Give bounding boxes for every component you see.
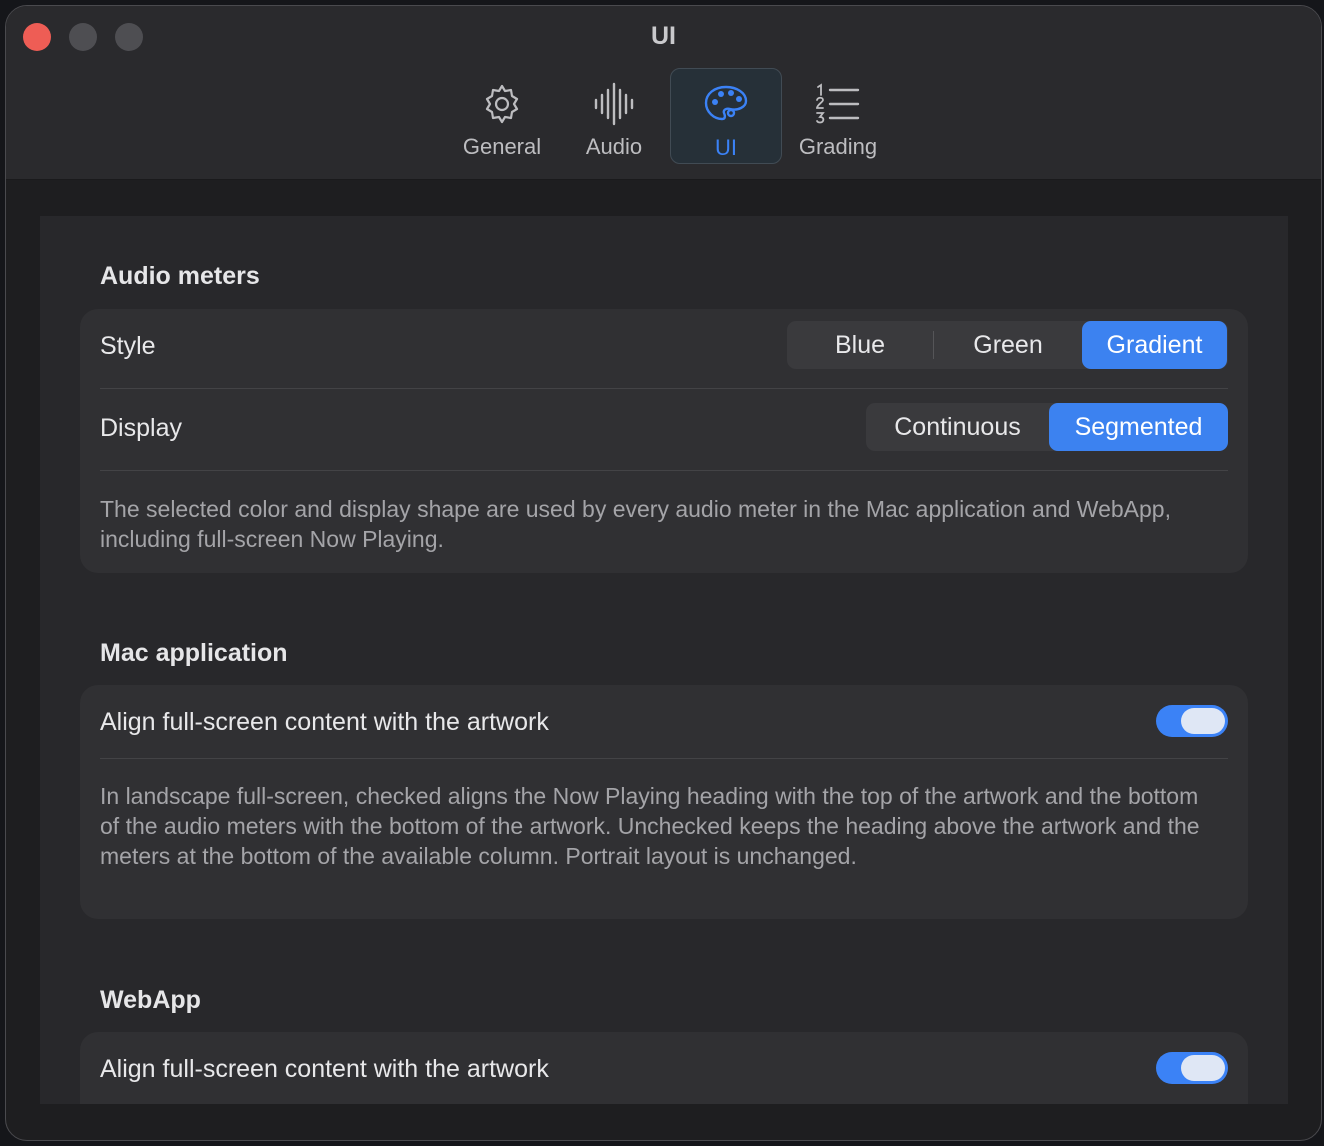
style-option-gradient[interactable]: Gradient xyxy=(1082,321,1227,369)
mac-align-help-text: In landscape full-screen, checked aligns… xyxy=(100,783,1200,869)
tab-grading[interactable]: Grading xyxy=(782,68,894,164)
webapp-card: Align full-screen content with the artwo… xyxy=(80,1032,1248,1104)
display-segmented-control: Continuous Segmented xyxy=(866,403,1228,451)
audio-meters-heading: Audio meters xyxy=(100,262,260,290)
tab-ui-label: UI xyxy=(715,135,737,160)
style-option-green[interactable]: Green xyxy=(934,321,1082,369)
mac-application-heading: Mac application xyxy=(100,639,288,667)
webapp-align-label: Align full-screen content with the artwo… xyxy=(100,1055,549,1083)
style-segmented-control: Blue Green Gradient xyxy=(787,321,1228,369)
palette-icon xyxy=(704,85,748,121)
webapp-align-toggle[interactable] xyxy=(1156,1052,1228,1084)
style-label: Style xyxy=(100,332,156,360)
tab-general-label: General xyxy=(462,134,542,159)
mac-application-card: Align full-screen content with the artwo… xyxy=(80,685,1248,919)
tab-audio-label: Audio xyxy=(585,134,643,159)
toggle-knob xyxy=(1181,1055,1225,1081)
window-title: UI xyxy=(651,22,676,50)
numbered-list-icon xyxy=(816,83,860,124)
tab-general[interactable]: General xyxy=(446,68,558,164)
audio-meters-card: Style Blue Green Gradient Display Contin… xyxy=(80,309,1248,573)
tab-ui[interactable]: UI xyxy=(670,68,782,164)
display-label: Display xyxy=(100,414,182,442)
waveform-icon xyxy=(594,82,634,126)
row-divider xyxy=(100,388,1228,389)
row-divider xyxy=(100,470,1228,471)
display-option-segmented[interactable]: Segmented xyxy=(1049,403,1228,451)
titlebar: UI General Audio UI Grading xyxy=(6,6,1321,180)
tab-grading-label: Grading xyxy=(798,134,878,159)
gear-icon xyxy=(485,84,519,124)
tab-audio[interactable]: Audio xyxy=(558,68,670,164)
settings-content: Audio meters Style Blue Green Gradient D… xyxy=(40,216,1288,1104)
webapp-heading: WebApp xyxy=(100,986,201,1014)
preferences-toolbar: General Audio UI Grading xyxy=(446,68,894,164)
mac-align-label: Align full-screen content with the artwo… xyxy=(100,708,549,736)
audio-meters-help-text: The selected color and display shape are… xyxy=(100,496,1171,552)
style-option-blue[interactable]: Blue xyxy=(787,321,933,369)
toggle-knob xyxy=(1181,708,1225,734)
display-option-continuous[interactable]: Continuous xyxy=(866,403,1049,451)
row-divider xyxy=(100,758,1228,759)
preferences-window: UI General Audio UI Grading Audio meters… xyxy=(5,5,1322,1141)
mac-align-toggle[interactable] xyxy=(1156,705,1228,737)
